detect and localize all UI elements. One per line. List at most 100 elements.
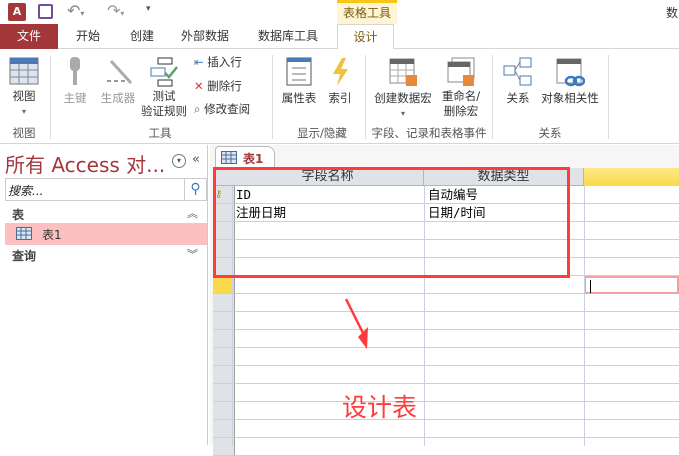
document-tab-table1[interactable]: 表1: [215, 146, 275, 168]
field-name-cell[interactable]: [232, 348, 424, 366]
tab-file[interactable]: 文件: [0, 24, 58, 49]
indexes-button[interactable]: 索引: [323, 57, 357, 106]
create-data-macro-button[interactable]: 创建数据宏 ▾: [370, 57, 436, 121]
description-cell[interactable]: [584, 420, 679, 438]
description-cell[interactable]: [584, 204, 679, 222]
annotation-arrow-icon: [344, 298, 368, 349]
data-type-cell[interactable]: [424, 384, 584, 402]
navigation-pane: 所有 Access 对... ▾ « 搜索... ⚲ 表 ︽ 表1 查询 ︾: [0, 145, 208, 445]
rename-macro-label-2: 删除宏: [443, 104, 479, 118]
expand-chevron-icon[interactable]: ︾: [187, 246, 198, 262]
delete-row-button[interactable]: ✕ 删除行: [194, 79, 254, 94]
rename-delete-macro-button[interactable]: 重命名/ 删除宏: [438, 57, 484, 119]
section-tables-label: 表: [12, 208, 25, 222]
data-type-cell[interactable]: [424, 276, 584, 294]
table-row[interactable]: [213, 402, 679, 420]
insert-row-button[interactable]: ⇤ 插入行: [194, 55, 254, 70]
redo-icon[interactable]: ↷▾: [107, 1, 124, 20]
description-cell[interactable]: [584, 402, 679, 420]
customize-qat-icon[interactable]: ▾: [146, 4, 151, 14]
object-dependencies-button[interactable]: 对象相关性: [538, 57, 602, 106]
data-type-cell[interactable]: [424, 438, 584, 456]
table-row[interactable]: [213, 330, 679, 348]
modify-lookups-button[interactable]: ⌕ 修改查阅: [194, 102, 266, 117]
access-logo-icon: A: [8, 3, 26, 21]
table-row[interactable]: [213, 366, 679, 384]
dependencies-label: 对象相关性: [541, 91, 599, 105]
description-cell[interactable]: [584, 186, 679, 204]
description-cell[interactable]: [584, 438, 679, 456]
tab-create[interactable]: 创建: [122, 24, 162, 49]
search-input[interactable]: 搜索... ⚲: [5, 178, 207, 201]
field-name-cell[interactable]: [232, 366, 424, 384]
window-title: 数: [666, 6, 679, 20]
validation-icon: [150, 57, 178, 87]
data-type-cell[interactable]: [424, 330, 584, 348]
data-type-cell[interactable]: [424, 402, 584, 420]
section-queries-label: 查询: [12, 249, 37, 263]
data-type-cell[interactable]: [424, 420, 584, 438]
description-cell[interactable]: [584, 294, 679, 312]
section-queries[interactable]: 查询 ︾: [5, 246, 207, 266]
collapse-chevron-icon[interactable]: ︽: [187, 205, 198, 221]
nav-item-table1[interactable]: 表1: [5, 223, 207, 245]
field-name-cell[interactable]: [232, 312, 424, 330]
search-icon[interactable]: ⚲: [184, 179, 206, 200]
nav-title[interactable]: 所有 Access 对...: [5, 149, 165, 178]
lookup-icon: ⌕: [194, 102, 201, 116]
description-cell[interactable]: [584, 366, 679, 384]
table-row[interactable]: [213, 384, 679, 402]
field-name-cell[interactable]: [232, 294, 424, 312]
table-row[interactable]: [213, 348, 679, 366]
description-cell[interactable]: [584, 330, 679, 348]
nav-item-table1-label: 表1: [42, 228, 62, 242]
tab-external-data[interactable]: 外部数据: [175, 24, 235, 49]
insert-row-icon: ⇤: [194, 55, 204, 69]
test-validation-button[interactable]: 测试 验证规则: [138, 57, 190, 119]
description-cell[interactable]: [584, 276, 679, 294]
view-label: 视图: [12, 89, 36, 103]
field-name-cell[interactable]: [232, 438, 424, 456]
table-row[interactable]: [213, 294, 679, 312]
tab-database-tools[interactable]: 数据库工具: [250, 24, 326, 49]
save-icon[interactable]: [38, 4, 53, 19]
insert-row-label: 插入行: [207, 55, 242, 69]
table-row[interactable]: [213, 438, 679, 456]
column-header-description[interactable]: [584, 168, 679, 186]
description-cell[interactable]: [584, 258, 679, 276]
rename-macro-icon: [447, 57, 475, 86]
description-cell[interactable]: [584, 384, 679, 402]
property-sheet-button[interactable]: 属性表: [278, 57, 320, 106]
description-cell[interactable]: [584, 222, 679, 240]
primary-key-button[interactable]: 主键: [57, 57, 93, 106]
tab-home[interactable]: 开始: [68, 24, 108, 49]
datasheet-view-icon: [9, 57, 39, 85]
annotation-text: 设计表: [342, 393, 418, 422]
undo-icon[interactable]: ↶▾: [67, 1, 84, 20]
description-cell[interactable]: [584, 348, 679, 366]
table-row[interactable]: [213, 420, 679, 438]
property-sheet-label: 属性表: [281, 91, 317, 105]
data-type-cell[interactable]: [424, 348, 584, 366]
contextual-tab-group: 表格工具: [337, 0, 397, 24]
field-name-cell[interactable]: [232, 330, 424, 348]
data-type-cell[interactable]: [424, 312, 584, 330]
description-cell[interactable]: [584, 312, 679, 330]
table-row[interactable]: [213, 312, 679, 330]
builder-button[interactable]: 生成器: [96, 57, 140, 106]
relationships-label: 关系: [506, 91, 530, 105]
data-type-cell[interactable]: [424, 294, 584, 312]
section-tables[interactable]: 表 ︽: [5, 205, 207, 225]
collapse-nav-icon[interactable]: «: [192, 152, 200, 167]
tab-design[interactable]: 设计: [337, 24, 394, 50]
field-name-cell[interactable]: [232, 276, 424, 294]
relationships-button[interactable]: 关系: [500, 57, 536, 106]
nav-menu-icon[interactable]: ▾: [172, 154, 186, 168]
table-row[interactable]: [213, 276, 679, 294]
create-data-macro-label: 创建数据宏: [374, 91, 432, 105]
data-type-cell[interactable]: [424, 366, 584, 384]
test-label-1: 测试: [152, 89, 176, 103]
description-cell[interactable]: [584, 240, 679, 258]
group-relationships-label: 关系: [538, 126, 562, 140]
view-button[interactable]: 视图 ▾: [4, 57, 44, 119]
